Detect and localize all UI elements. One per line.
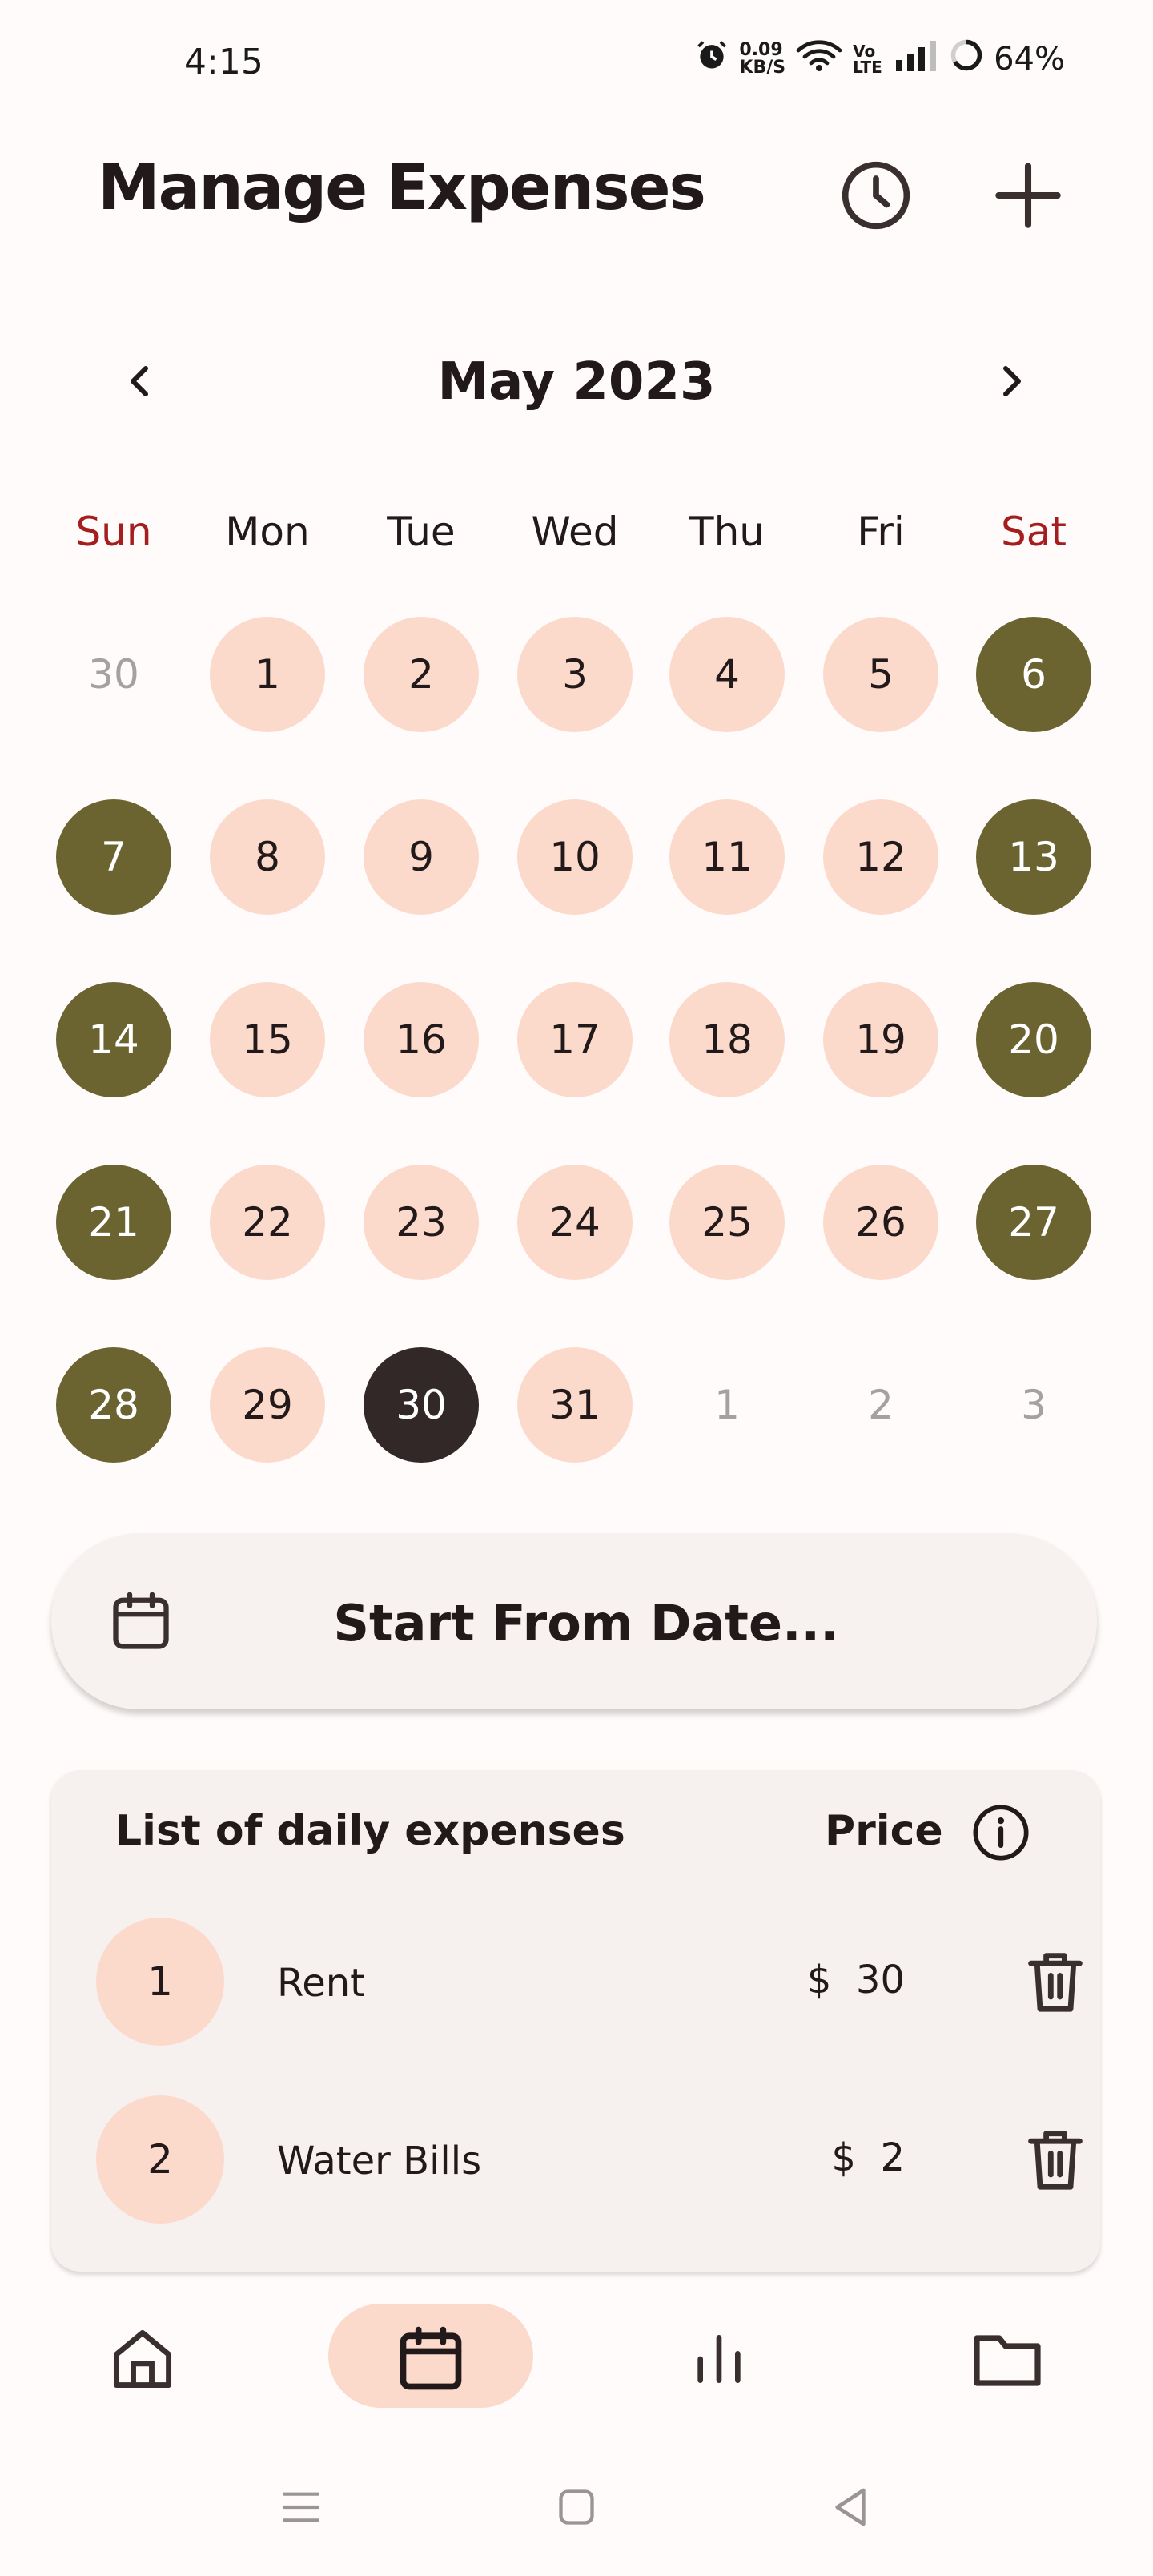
- calendar-day-outside[interactable]: 30: [56, 617, 171, 732]
- start-from-date-label: Start From Date...: [333, 1594, 839, 1652]
- nav-home[interactable]: [54, 2307, 231, 2411]
- previous-month-button[interactable]: [112, 352, 170, 410]
- add-expense-button[interactable]: [985, 152, 1071, 239]
- calendar-day[interactable]: 5: [823, 617, 938, 732]
- menu-icon: [282, 2492, 320, 2522]
- weekday-fri: Fri: [857, 509, 905, 555]
- weekday-wed: Wed: [531, 509, 619, 555]
- system-back-button[interactable]: [818, 2475, 882, 2539]
- expenses-title: List of daily expenses: [115, 1807, 625, 1855]
- trash-icon[interactable]: [1025, 1948, 1086, 2015]
- calendar-day-weekend[interactable]: 6: [976, 617, 1091, 732]
- nav-statistics[interactable]: [631, 2307, 807, 2411]
- expense-row[interactable]: 2 Water Bills $ 2: [96, 2095, 1083, 2224]
- page-title: Manage Expenses: [98, 152, 706, 224]
- calendar-day[interactable]: 16: [364, 982, 479, 1097]
- system-home-button[interactable]: [544, 2475, 609, 2539]
- calendar-day[interactable]: 24: [517, 1165, 633, 1280]
- calendar-day[interactable]: 2: [364, 617, 479, 732]
- wifi-icon: [795, 37, 843, 82]
- back-triangle-icon: [835, 2488, 866, 2526]
- calendar-icon: [400, 2326, 462, 2390]
- expense-price: $ 2: [831, 2135, 905, 2180]
- plus-icon: [995, 163, 1061, 228]
- calendar-day[interactable]: 26: [823, 1165, 938, 1280]
- battery-level: 64%: [994, 41, 1065, 78]
- folder-icon: [974, 2335, 1041, 2386]
- alarm-icon: [694, 38, 729, 81]
- expense-name: Rent: [277, 1961, 365, 2006]
- expense-price: $ 30: [806, 1958, 905, 2002]
- battery-icon: [949, 38, 984, 81]
- trash-icon[interactable]: [1025, 2126, 1086, 2193]
- calendar-day-weekend[interactable]: 28: [56, 1347, 171, 1463]
- chevron-left-icon: [131, 366, 148, 396]
- calendar-day-weekend[interactable]: 21: [56, 1165, 171, 1280]
- calendar-day[interactable]: 11: [669, 799, 785, 915]
- calendar-day[interactable]: 17: [517, 982, 633, 1097]
- chevron-right-icon: [1003, 366, 1021, 396]
- weekday-mon: Mon: [225, 509, 310, 555]
- home-icon: [113, 2329, 172, 2389]
- clock-icon: [842, 161, 910, 230]
- expense-row[interactable]: 1 Rent $ 30: [96, 1918, 1083, 2046]
- calendar-day-weekend[interactable]: 14: [56, 982, 171, 1097]
- calendar-day[interactable]: 8: [210, 799, 325, 915]
- weekday-sun: Sun: [75, 509, 152, 555]
- system-menu-button[interactable]: [269, 2475, 333, 2539]
- calendar-day[interactable]: 18: [669, 982, 785, 1097]
- calendar-day-weekend[interactable]: 20: [976, 982, 1091, 1097]
- calendar-day[interactable]: 10: [517, 799, 633, 915]
- weekday-thu: Thu: [689, 509, 765, 555]
- info-icon[interactable]: [970, 1802, 1031, 1863]
- price-header: Price: [825, 1807, 943, 1855]
- nav-calendar[interactable]: [343, 2307, 519, 2411]
- calendar-day[interactable]: 3: [517, 617, 633, 732]
- status-time: 4:15: [184, 42, 263, 83]
- calendar-day[interactable]: 23: [364, 1165, 479, 1280]
- calendar-day-outside[interactable]: 2: [823, 1347, 938, 1463]
- month-label: May 2023: [437, 352, 716, 412]
- weekday-tue: Tue: [387, 509, 456, 555]
- calendar-day[interactable]: 25: [669, 1165, 785, 1280]
- bar-chart-icon: [697, 2335, 741, 2383]
- calendar-day-selected[interactable]: 30: [364, 1347, 479, 1463]
- nav-folder[interactable]: [919, 2307, 1095, 2411]
- calendar-day[interactable]: 9: [364, 799, 479, 915]
- next-month-button[interactable]: [982, 352, 1039, 410]
- calendar-day[interactable]: 31: [517, 1347, 633, 1463]
- status-icons: 0.09 KB/S Vo LTE 64%: [694, 37, 1065, 82]
- calendar-day-outside[interactable]: 3: [976, 1347, 1091, 1463]
- calendar-day-weekend[interactable]: 7: [56, 799, 171, 915]
- calendar-day[interactable]: 29: [210, 1347, 325, 1463]
- calendar-day[interactable]: 1: [210, 617, 325, 732]
- calendar-day-outside[interactable]: 1: [669, 1347, 785, 1463]
- signal-icon: [894, 39, 939, 79]
- start-from-date-button[interactable]: Start From Date...: [51, 1533, 1097, 1709]
- calendar-day[interactable]: 19: [823, 982, 938, 1097]
- network-speed: 0.09 KB/S: [739, 40, 786, 78]
- expense-index: 1: [96, 1918, 224, 2046]
- history-button[interactable]: [833, 152, 919, 239]
- calendar-day[interactable]: 12: [823, 799, 938, 915]
- daily-expenses-card: List of daily expenses Price 1 Rent $ 30…: [51, 1770, 1100, 2272]
- calendar-day[interactable]: 22: [210, 1165, 325, 1280]
- calendar-day[interactable]: 4: [669, 617, 785, 732]
- weekday-sat: Sat: [1001, 509, 1067, 555]
- volte-indicator: Vo LTE: [853, 42, 882, 77]
- calendar-day-weekend[interactable]: 13: [976, 799, 1091, 915]
- expense-name: Water Bills: [277, 2139, 482, 2184]
- calendar-day-weekend[interactable]: 27: [976, 1165, 1091, 1280]
- calendar-day[interactable]: 15: [210, 982, 325, 1097]
- square-icon: [559, 2489, 594, 2525]
- expense-index: 2: [96, 2095, 224, 2224]
